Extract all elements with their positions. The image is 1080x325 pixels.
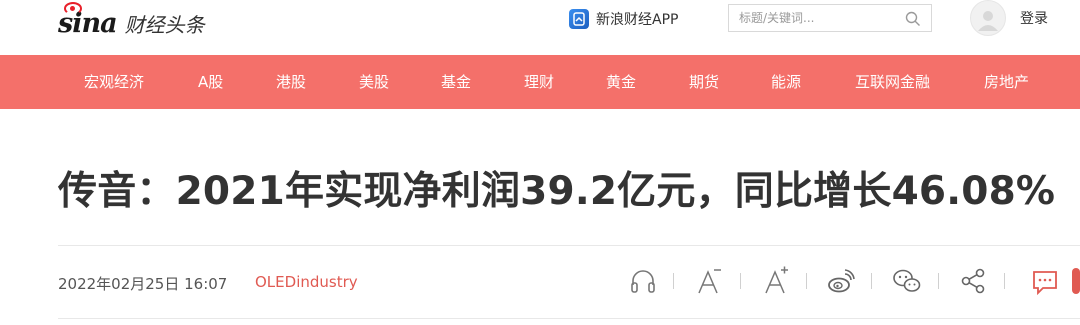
- app-download-link[interactable]: 新浪财经APP: [569, 6, 678, 32]
- wechat-icon[interactable]: [890, 265, 924, 297]
- headphones-icon[interactable]: [626, 265, 660, 297]
- nav-item-gold[interactable]: 黄金: [606, 55, 636, 109]
- nav-item-funds[interactable]: 基金: [441, 55, 471, 109]
- source-link[interactable]: OLEDindustry: [255, 273, 358, 291]
- nav-item-fintech[interactable]: 互联网金融: [855, 55, 930, 109]
- share-icon[interactable]: [956, 265, 990, 297]
- publish-date: 2022年02月25日 16:07: [58, 275, 228, 293]
- nav-item-us-stocks[interactable]: 美股: [359, 55, 389, 109]
- nav-item-hk-stocks[interactable]: 港股: [276, 55, 306, 109]
- page: sina 财经头条 新浪财经APP 标题/关键词... 登录 宏观经济 A股 港…: [0, 0, 1080, 325]
- toolbar-separator: [938, 273, 939, 289]
- site-logo[interactable]: sina 财经头条: [58, 1, 205, 40]
- nav-item-futures[interactable]: 期货: [689, 55, 719, 109]
- nav-item-a-shares[interactable]: A股: [198, 55, 223, 109]
- nav-item-macro[interactable]: 宏观经济: [84, 55, 144, 109]
- nav-item-energy[interactable]: 能源: [771, 55, 801, 109]
- search-icon[interactable]: [903, 9, 923, 29]
- app-icon: [569, 9, 589, 29]
- nav-item-wealth[interactable]: 理财: [524, 55, 554, 109]
- avatar[interactable]: [970, 0, 1006, 36]
- search-box: [728, 4, 932, 32]
- divider: [58, 245, 1080, 246]
- top-bar: sina 财经头条 新浪财经APP 标题/关键词... 登录: [0, 0, 1080, 55]
- comment-count-badge-shape: [1072, 268, 1080, 294]
- article-title: 传音：2021年实现净利润39.2亿元，同比增长46.08%: [58, 169, 1056, 214]
- sina-eye-icon: [64, 1, 82, 15]
- toolbar-separator: [806, 273, 807, 289]
- app-link-label: 新浪财经APP: [596, 12, 679, 28]
- toolbar-separator: [871, 273, 872, 289]
- font-increase-icon[interactable]: [761, 265, 791, 297]
- toolbar-separator: [1004, 273, 1005, 289]
- toolbar-separator: [673, 273, 674, 289]
- logo-subtitle: 财经头条: [124, 12, 205, 37]
- search-input[interactable]: [729, 5, 899, 31]
- sina-logo-mark: sina: [58, 1, 118, 39]
- toolbar-separator: [740, 273, 741, 289]
- nav-item-real-estate[interactable]: 房地产: [984, 55, 1029, 109]
- comment-icon[interactable]: [1030, 265, 1060, 297]
- divider: [58, 318, 1080, 319]
- login-link[interactable]: 登录: [1020, 8, 1048, 28]
- category-nav: 宏观经济 A股 港股 美股 基金 理财 黄金 期货 能源 互联网金融 房地产: [0, 55, 1080, 109]
- font-decrease-icon[interactable]: [694, 265, 724, 297]
- user-avatar-icon: [978, 11, 998, 31]
- comment-count-badge[interactable]: [1072, 265, 1080, 297]
- weibo-icon[interactable]: [825, 265, 857, 297]
